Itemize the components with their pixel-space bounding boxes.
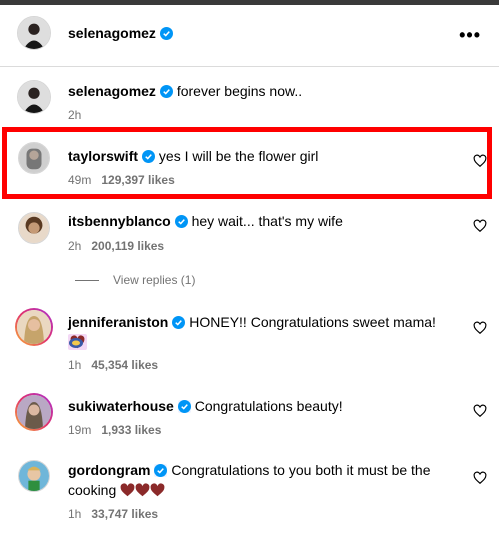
red-highlight-box	[2, 127, 492, 199]
caption-text: forever begins now..	[176, 83, 303, 99]
comment-meta: 1h 45,354 likes	[68, 358, 158, 372]
comment-time: 19m	[68, 423, 92, 437]
like-heart-icon[interactable]	[473, 219, 487, 233]
comment-meta: 1h 33,747 likes	[68, 507, 158, 521]
commenter-avatar[interactable]	[18, 212, 50, 244]
comment-username[interactable]: gordongram	[68, 462, 150, 478]
verified-badge-icon	[172, 316, 186, 329]
verified-badge-icon	[174, 215, 188, 228]
caption-row: selenagomez forever begins now.. 2h	[0, 66, 499, 126]
comment-text-line: itsbennyblanco hey wait... that's my wif…	[68, 211, 458, 231]
verified-badge-icon	[159, 27, 173, 40]
like-heart-icon[interactable]	[473, 321, 487, 335]
verified-badge-icon	[154, 464, 168, 477]
comment-text-line: sukiwaterhouse Congratulations beauty!	[68, 396, 458, 416]
comment-row: jenniferaniston HONEY!! Congratulations …	[0, 305, 499, 375]
post-header: selenagomez •••	[0, 5, 499, 67]
comment-text-line: gordongram Congratulations to you both i…	[68, 460, 458, 480]
comment-likes[interactable]: 1,933 likes	[101, 423, 161, 437]
comment-text: hey wait... that's my wife	[191, 213, 343, 229]
comment-meta: 2h 200,119 likes	[68, 239, 164, 253]
commenter-avatar[interactable]	[18, 460, 50, 492]
heart-emoji-icon	[135, 483, 150, 497]
caption-avatar[interactable]	[17, 80, 51, 114]
replies-divider	[75, 279, 99, 281]
comment-likes[interactable]: 200,119 likes	[91, 239, 164, 253]
author-avatar[interactable]	[17, 16, 51, 50]
verified-badge-icon	[159, 85, 173, 98]
comment-text-line: jenniferaniston HONEY!! Congratulations …	[68, 312, 458, 352]
like-heart-icon[interactable]	[473, 404, 487, 418]
commenter-avatar[interactable]	[15, 393, 53, 431]
caption-text-line: selenagomez forever begins now..	[68, 81, 458, 101]
comment-row: gordongram Congratulations to you both i…	[0, 455, 499, 534]
verified-badge-icon	[177, 400, 191, 413]
comment-meta: 19m 1,933 likes	[68, 423, 161, 437]
comment-text-line-2: cooking	[68, 480, 458, 500]
caption-username[interactable]: selenagomez	[68, 83, 156, 99]
commenter-avatar[interactable]	[15, 308, 53, 346]
hands-emoji-icon	[68, 334, 84, 352]
author-username[interactable]: selenagomez	[68, 25, 156, 41]
comment-likes[interactable]: 33,747 likes	[91, 507, 158, 521]
caption-time: 2h	[68, 108, 82, 122]
comment-username[interactable]: sukiwaterhouse	[68, 398, 174, 414]
comment-text: Congratulations to you both it must be t…	[171, 462, 431, 478]
comment-username[interactable]: itsbennyblanco	[68, 213, 171, 229]
view-replies-label[interactable]: View replies (1)	[113, 273, 195, 287]
comment-text: Congratulations beauty!	[194, 398, 343, 414]
heart-emoji-icon	[120, 483, 135, 497]
comment-row: itsbennyblanco hey wait... that's my wif…	[0, 205, 499, 265]
comment-likes[interactable]: 45,354 likes	[91, 358, 158, 372]
more-options-icon[interactable]: •••	[459, 25, 481, 46]
view-replies-button[interactable]: View replies (1)	[75, 273, 195, 287]
comment-text-continued: cooking	[68, 482, 117, 498]
comment-username[interactable]: jenniferaniston	[68, 314, 168, 330]
comment-time: 2h	[68, 239, 82, 253]
heart-emoji-icon	[150, 483, 165, 497]
comment-time: 1h	[68, 507, 82, 521]
comment-row: sukiwaterhouse Congratulations beauty! 1…	[0, 390, 499, 440]
comment-time: 1h	[68, 358, 82, 372]
comment-text: HONEY!! Congratulations sweet mama!	[189, 314, 436, 330]
like-heart-icon[interactable]	[473, 471, 487, 485]
